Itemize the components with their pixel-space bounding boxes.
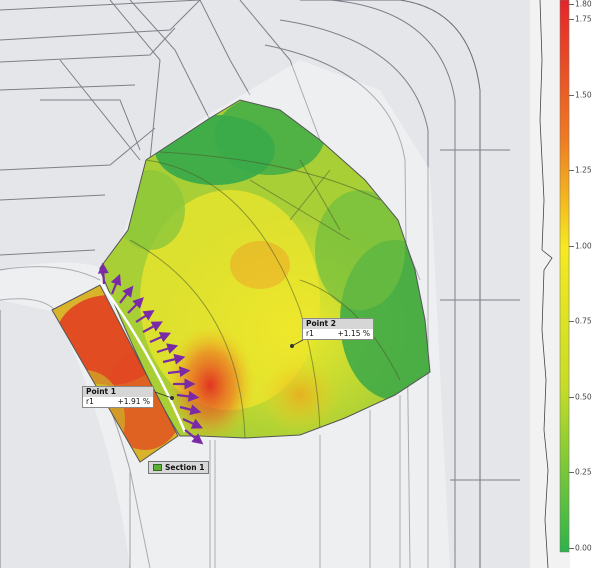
- section-icon: [153, 464, 162, 471]
- legend-tick-label: 1.75: [575, 14, 592, 24]
- point-2-title: Point 2: [303, 319, 373, 329]
- legend-tick-mark: [569, 94, 574, 96]
- legend-tick-label: 0.75: [575, 316, 592, 326]
- legend-tick-mark: [569, 548, 574, 549]
- legend-tick-label: 1.00: [575, 241, 592, 251]
- point-2-variable: r1: [306, 329, 314, 338]
- legend-tick-label: 1.25: [575, 165, 592, 175]
- legend-tick-mark: [569, 4, 574, 5]
- legend-tick-mark: [569, 245, 574, 247]
- viewer-window: Point 1 r1 +1.91 % Point 2 r1 +1.15 % Se…: [0, 0, 600, 568]
- legend-tick-label: 1.80: [575, 0, 592, 9]
- legend-tick-mark: [569, 472, 574, 474]
- point-1-value: +1.91 %: [117, 397, 151, 406]
- color-legend: 1.80 1.75 1.50 1.25 1.00 0.75 0.50 0.25 0.00: [530, 0, 600, 568]
- point-2-label[interactable]: Point 2 r1 +1.15 %: [302, 318, 374, 340]
- legend-tick-mark: [569, 396, 574, 398]
- legend-tick-mark: [569, 19, 574, 21]
- legend-tick-label: 0.50: [575, 392, 592, 402]
- legend-tick-mark: [569, 170, 574, 172]
- point-1-marker[interactable]: [170, 396, 174, 400]
- point-2-marker[interactable]: [290, 344, 294, 348]
- point-1-label[interactable]: Point 1 r1 +1.91 %: [82, 386, 154, 408]
- legend-tick-label: 1.50: [575, 90, 592, 100]
- point-1-title: Point 1: [83, 387, 153, 397]
- legend-bar: [530, 0, 570, 568]
- legend-tick-label: 0.00: [575, 543, 592, 553]
- legend-tick-mark: [569, 321, 574, 323]
- 3d-viewport[interactable]: [0, 0, 530, 568]
- point-1-variable: r1: [86, 397, 94, 406]
- point-2-value: +1.15 %: [337, 329, 371, 338]
- legend-tick-label: 0.25: [575, 467, 592, 477]
- section-1-tag[interactable]: Section 1: [148, 461, 210, 474]
- color-scale-bar: [559, 0, 570, 553]
- section-1-label: Section 1: [165, 463, 205, 472]
